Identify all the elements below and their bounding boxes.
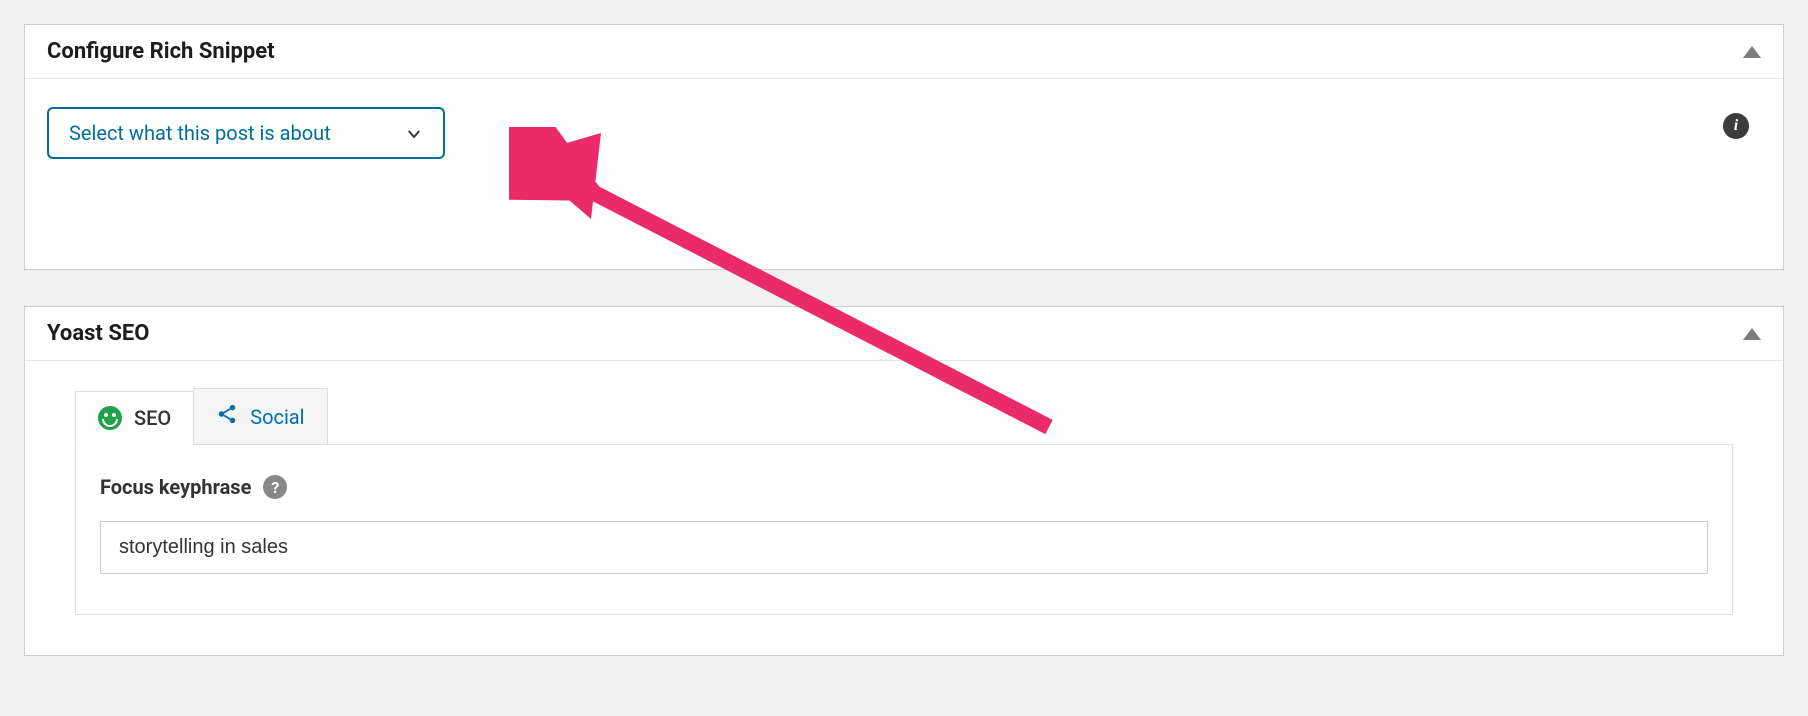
- collapse-up-icon: [1743, 328, 1761, 340]
- collapse-up-icon: [1743, 46, 1761, 58]
- focus-keyphrase-input[interactable]: [100, 521, 1708, 574]
- rich-snippet-body: Select what this post is about i: [25, 79, 1783, 269]
- yoast-header[interactable]: Yoast SEO: [25, 307, 1783, 361]
- yoast-panel: Yoast SEO SEO Social Focus keyphrase ?: [24, 306, 1784, 656]
- tab-seo[interactable]: SEO: [75, 391, 194, 445]
- rich-snippet-header[interactable]: Configure Rich Snippet: [25, 25, 1783, 79]
- yoast-tab-content: Focus keyphrase ?: [75, 444, 1733, 615]
- yoast-tabs: SEO Social: [75, 387, 1733, 444]
- tab-social[interactable]: Social: [193, 388, 327, 445]
- rich-snippet-panel: Configure Rich Snippet Select what this …: [24, 24, 1784, 270]
- tab-social-label: Social: [250, 405, 304, 429]
- smiley-icon: [98, 406, 122, 430]
- rich-snippet-title: Configure Rich Snippet: [47, 39, 275, 64]
- post-type-select[interactable]: Select what this post is about: [47, 107, 445, 159]
- focus-keyphrase-label: Focus keyphrase: [100, 475, 251, 499]
- tab-seo-label: SEO: [134, 406, 171, 430]
- info-icon[interactable]: i: [1723, 113, 1749, 139]
- yoast-title: Yoast SEO: [47, 321, 149, 346]
- share-icon: [216, 403, 238, 430]
- chevron-down-icon: [405, 124, 423, 142]
- post-type-select-label: Select what this post is about: [69, 121, 331, 145]
- help-icon[interactable]: ?: [263, 475, 287, 499]
- yoast-body: SEO Social Focus keyphrase ?: [25, 361, 1783, 655]
- focus-keyphrase-label-row: Focus keyphrase ?: [100, 475, 1708, 499]
